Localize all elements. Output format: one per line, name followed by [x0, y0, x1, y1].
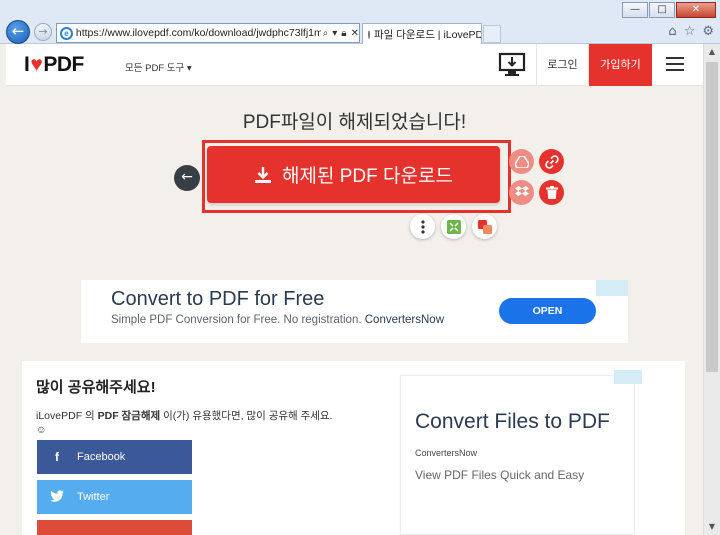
facebook-icon: f: [55, 450, 59, 464]
minimize-button[interactable]: —: [622, 2, 648, 18]
side-ad-advertiser: ConvertersNow: [415, 448, 478, 458]
desktop-download-icon[interactable]: [498, 52, 526, 78]
more-options-button[interactable]: [410, 214, 435, 239]
window-controls: — □ ✕: [621, 2, 716, 18]
facebook-share-button[interactable]: f Facebook: [37, 440, 192, 474]
dropbox-button[interactable]: [509, 180, 534, 205]
toolbar-icons: ⌂ ☆ ⚙: [668, 24, 714, 39]
main-content: PDF파일이 해제되었습니다! ← 해제된 PDF 다운로드 Convert t…: [6, 87, 703, 535]
browser-chrome: — □ ✕ ← → e https://www.ilovepdf.com/ko/…: [0, 0, 720, 44]
tab-title: 파일 다운로드 | iLovePDF: [374, 28, 482, 41]
ad-title[interactable]: Convert to PDF for Free: [111, 288, 324, 311]
share-description: iLovePDF 의 PDF 잠금해제 이(가) 유용했다면, 많이 공유해 주…: [36, 409, 346, 437]
share-desc-tool: PDF 잠금해제: [97, 410, 161, 422]
back-arrow-icon[interactable]: ←: [6, 20, 30, 44]
dropbox-icon: [514, 186, 529, 196]
convert-icon: [477, 219, 492, 234]
logo-text-left: I: [24, 53, 30, 76]
facebook-label: Facebook: [77, 451, 126, 463]
login-link[interactable]: 로그인: [536, 44, 589, 86]
ad-choices-corner[interactable]: [596, 280, 628, 296]
refresh-icon[interactable]: ✕: [351, 28, 359, 39]
google-drive-icon: [514, 155, 529, 168]
lock-icon[interactable]: 🔒︎: [341, 28, 346, 39]
address-bar[interactable]: e https://www.ilovepdf.com/ko/download/j…: [56, 23, 360, 43]
trash-icon: [545, 186, 558, 199]
share-link-button[interactable]: [539, 149, 564, 174]
ad-choices-corner[interactable]: [614, 370, 642, 384]
twitter-label: Twitter: [77, 491, 110, 503]
twitter-share-button[interactable]: Twitter: [37, 480, 192, 514]
smile-icon: ☺: [36, 424, 47, 436]
page-title: PDF파일이 해제되었습니다!: [242, 112, 467, 133]
side-ad-title[interactable]: Convert Files to PDF: [415, 410, 610, 434]
side-ad-tagline: View PDF Files Quick and Easy: [415, 468, 585, 482]
home-icon[interactable]: ⌂: [668, 24, 676, 39]
dropdown-icon[interactable]: ▾: [332, 28, 337, 39]
logo-text-right: PDF: [43, 53, 84, 76]
address-actions: ⌕ ▾ 🔒︎ ✕: [323, 28, 359, 39]
heart-icon: ♥: [30, 53, 43, 76]
scroll-down-icon[interactable]: ▼: [704, 519, 720, 535]
ad-subtitle-text: Simple PDF Conversion for Free. No regis…: [111, 314, 362, 326]
forward-arrow-icon[interactable]: →: [34, 23, 52, 41]
google-drive-button[interactable]: [509, 149, 534, 174]
compress-pdf-button[interactable]: [441, 214, 466, 239]
gear-icon[interactable]: ⚙: [702, 24, 714, 39]
address-url[interactable]: https://www.ilovepdf.com/ko/download/jwd…: [76, 27, 321, 39]
close-window-button[interactable]: ✕: [676, 2, 716, 18]
google-share-button[interactable]: [37, 520, 192, 535]
scroll-thumb[interactable]: [706, 62, 718, 372]
ad-subtitle: Simple PDF Conversion for Free. No regis…: [111, 314, 444, 326]
delete-button[interactable]: [539, 180, 564, 205]
caret-down-icon: ▾: [186, 63, 192, 74]
share-section: 많이 공유해주세요! iLovePDF 의 PDF 잠금해제 이(가) 유용했다…: [22, 361, 685, 535]
site-header: I ♥ PDF 모든 PDF 도구 ▾ 로그인 가입하기: [6, 44, 703, 86]
twitter-icon: [37, 489, 77, 505]
all-tools-menu[interactable]: 모든 PDF 도구 ▾: [125, 60, 192, 74]
ad-banner[interactable]: Convert to PDF for Free Simple PDF Conve…: [81, 280, 628, 343]
share-desc-prefix: iLovePDF 의: [36, 410, 95, 422]
ilovepdf-logo[interactable]: I ♥ PDF: [24, 53, 84, 77]
share-desc-suffix: 이(가) 유용했다면, 많이 공유해 주세요.: [163, 410, 333, 422]
ie-page-icon: e: [60, 26, 73, 40]
vertical-scrollbar[interactable]: ▲ ▼: [703, 44, 720, 535]
star-icon[interactable]: ☆: [684, 24, 696, 39]
browser-tab[interactable]: 파일 다운로드 | iLovePDF: [362, 23, 482, 44]
search-icon[interactable]: ⌕: [323, 28, 329, 39]
menu-icon[interactable]: [666, 57, 684, 71]
back-to-tool-button[interactable]: ←: [174, 165, 200, 191]
ad-open-button[interactable]: OPEN: [499, 298, 596, 324]
compress-icon: [446, 219, 461, 234]
share-title: 많이 공유해주세요!: [36, 379, 156, 396]
maximize-button[interactable]: □: [649, 2, 675, 18]
download-icon: [255, 166, 272, 183]
scroll-up-icon[interactable]: ▲: [704, 44, 720, 60]
signup-button[interactable]: 가입하기: [589, 44, 652, 86]
all-tools-label: 모든 PDF 도구: [125, 63, 185, 74]
loading-icon: [368, 29, 370, 39]
link-icon: [544, 154, 559, 169]
side-ad[interactable]: Convert Files to PDF ConvertersNow View …: [400, 370, 642, 535]
download-button[interactable]: 해제된 PDF 다운로드: [207, 146, 500, 203]
convert-pdf-button[interactable]: [472, 214, 497, 239]
download-button-label: 해제된 PDF 다운로드: [282, 166, 453, 187]
ad-advertiser: ConvertersNow: [364, 314, 444, 326]
new-tab-button[interactable]: [483, 25, 501, 43]
more-vertical-icon: [420, 219, 425, 234]
